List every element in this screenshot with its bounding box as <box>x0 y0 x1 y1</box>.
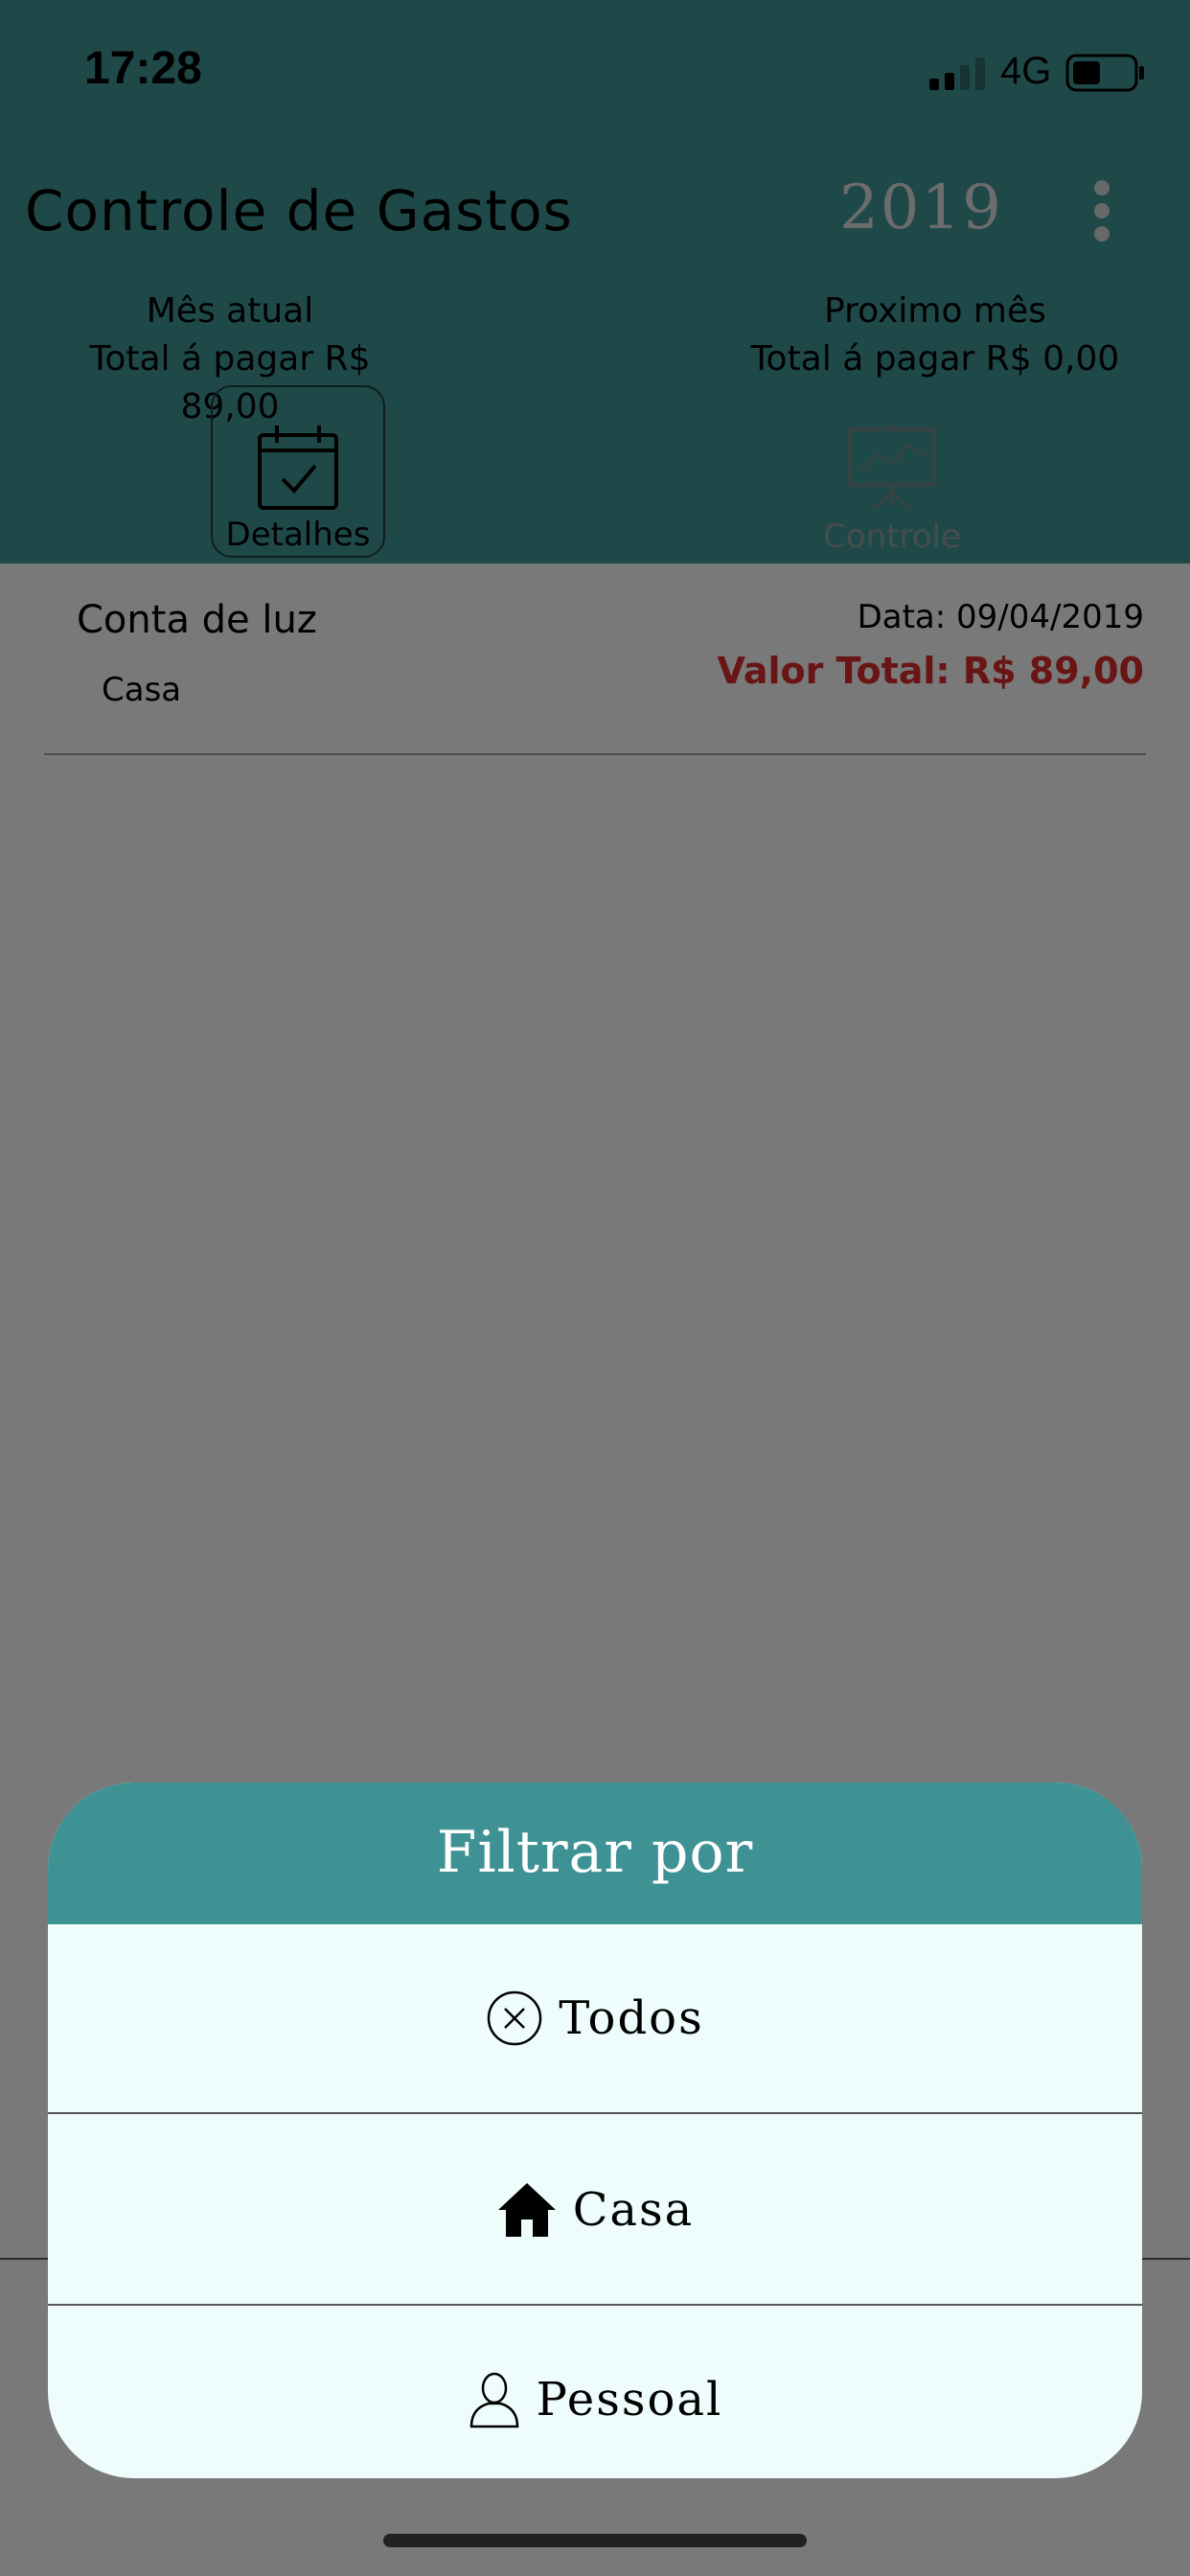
filter-option-label: Pessoal <box>536 2373 723 2426</box>
person-icon <box>469 2372 518 2428</box>
filter-sheet-header: Filtrar por <box>48 1782 1142 1924</box>
home-indicator[interactable] <box>383 2534 807 2547</box>
filter-sheet-title: Filtrar por <box>436 1819 754 1886</box>
filter-option-todos[interactable]: Todos <box>48 1924 1142 2114</box>
filter-option-pessoal[interactable]: Pessoal <box>48 2306 1142 2478</box>
filter-sheet: Filtrar por Todos Casa Pessoal <box>48 1782 1142 2478</box>
filter-option-label: Casa <box>572 2183 695 2237</box>
filter-option-label: Todos <box>559 1991 704 2045</box>
close-circle-icon <box>488 1990 542 2046</box>
filter-option-casa[interactable]: Casa <box>48 2116 1142 2306</box>
home-icon <box>497 2183 556 2237</box>
